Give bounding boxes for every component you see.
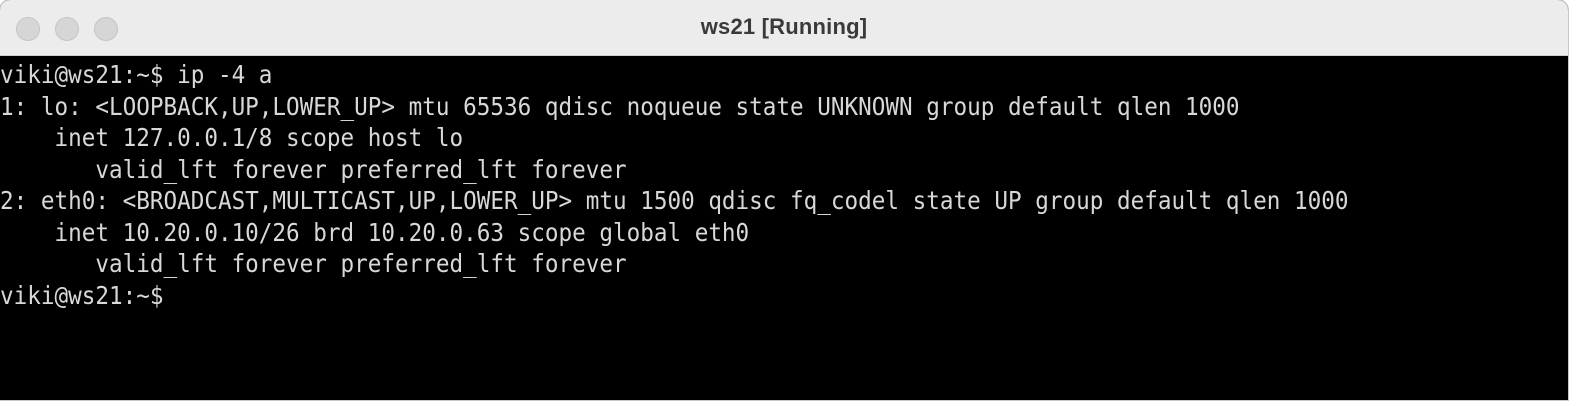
terminal-line-lo-interface: 1: lo: <LOOPBACK,UP,LOWER_UP> mtu 65536 … [0, 91, 1240, 121]
terminal-line-eth0-lifetime: valid_lft forever preferred_lft forever [0, 249, 627, 278]
terminal-prompt: viki@ws21:~$ [0, 280, 164, 310]
terminal-line-lo-inet: inet 127.0.0.1/8 scope host lo [0, 123, 464, 152]
terminal-console[interactable]: viki@ws21:~$ ip -4 a 1: lo: <LOOPBACK,UP… [0, 57, 1568, 400]
window-title: ws21 [Running] [700, 14, 868, 39]
terminal-line-lo-lifetime: valid_lft forever preferred_lft forever [0, 154, 627, 184]
window-titlebar[interactable]: ws21 [Running] [0, 0, 1568, 56]
terminal-line-eth0-interface: 2: eth0: <BROADCAST,MULTICAST,UP,LOWER_U… [0, 186, 1349, 215]
vm-window: ws21 [Running] viki@ws21:~$ ip -4 a 1: l… [0, 0, 1568, 400]
terminal-line-command: viki@ws21:~$ ip -4 a [0, 60, 273, 89]
terminal-line-eth0-inet: inet 10.20.0.10/26 brd 10.20.0.63 scope … [0, 217, 750, 247]
